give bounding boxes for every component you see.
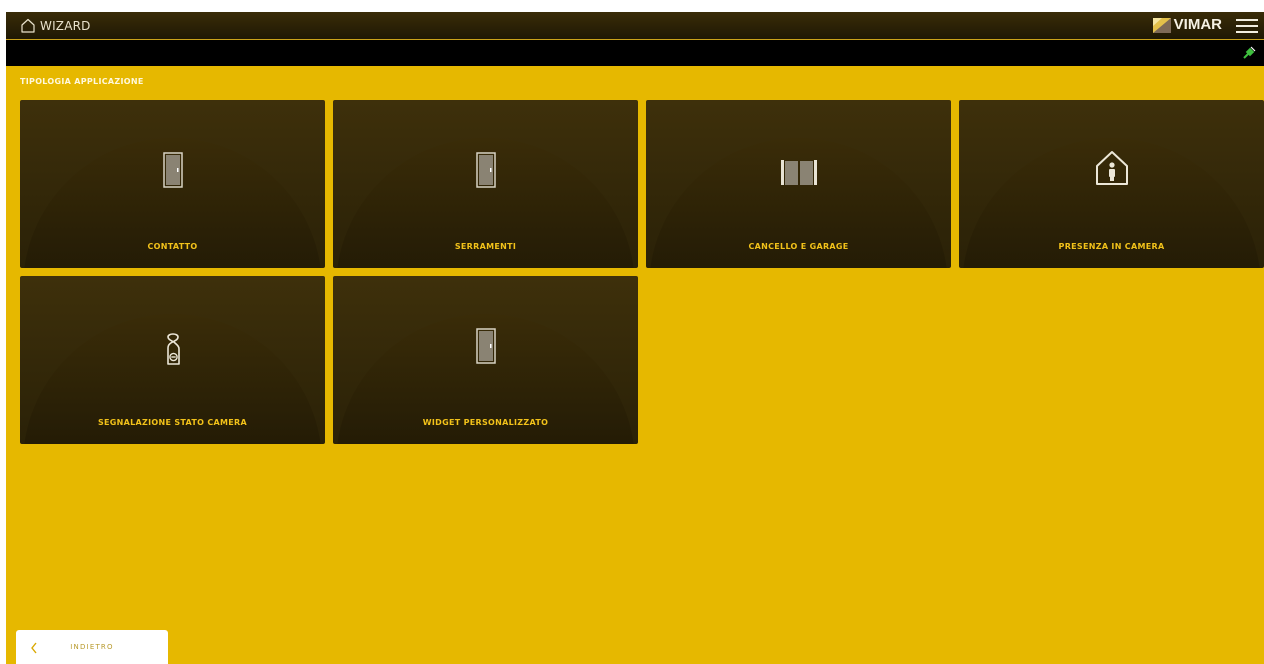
door-hanger-icon: [166, 333, 180, 365]
tile-cancello-e-garage[interactable]: CANCELLO E GARAGE: [646, 100, 951, 268]
home-icon: [21, 18, 35, 33]
vimar-logo: VIMAR: [1152, 16, 1222, 33]
section-title: TIPOLOGIA APPLICAZIONE: [20, 77, 144, 86]
connection-plug-icon[interactable]: [1242, 46, 1256, 60]
back-button-label: INDIETRO: [70, 643, 114, 651]
tile-serramenti[interactable]: SERRAMENTI: [333, 100, 638, 268]
tile-label: SEGNALAZIONE STATO CAMERA: [97, 418, 248, 427]
door-icon: [475, 328, 496, 364]
top-bar: WIZARD VIMAR: [6, 12, 1264, 40]
tile-label: PRESENZA IN CAMERA: [1058, 242, 1165, 251]
door-icon: [475, 152, 496, 188]
tile-label: SERRAMENTI: [454, 242, 517, 251]
back-button[interactable]: INDIETRO: [16, 630, 168, 664]
person-in-house-icon: [1095, 151, 1128, 185]
tile-presenza-in-camera[interactable]: PRESENZA IN CAMERA: [959, 100, 1264, 268]
vimar-logo-icon: [1152, 17, 1171, 33]
tile-label: WIDGET PERSONALIZZATO: [422, 418, 549, 427]
brand-name: VIMAR: [1173, 16, 1222, 33]
home-button[interactable]: [18, 16, 38, 36]
door-icon: [162, 152, 183, 188]
page-title: WIZARD: [40, 19, 91, 33]
status-bar: [6, 40, 1264, 66]
tile-segnalazione-stato-camera[interactable]: SEGNALAZIONE STATO CAMERA: [20, 276, 325, 444]
tile-label: CANCELLO E GARAGE: [748, 242, 849, 251]
tile-label: CONTATTO: [147, 242, 198, 251]
menu-button[interactable]: [1236, 16, 1258, 36]
tile-contatto[interactable]: CONTATTO: [20, 100, 325, 268]
app-window: WIZARD VIMAR TIPOLOGIA APPLICAZIONE CONT…: [6, 12, 1264, 664]
gate-icon: [780, 160, 817, 185]
hamburger-menu-icon: [1236, 19, 1258, 33]
tile-widget-personalizzato[interactable]: WIDGET PERSONALIZZATO: [333, 276, 638, 444]
